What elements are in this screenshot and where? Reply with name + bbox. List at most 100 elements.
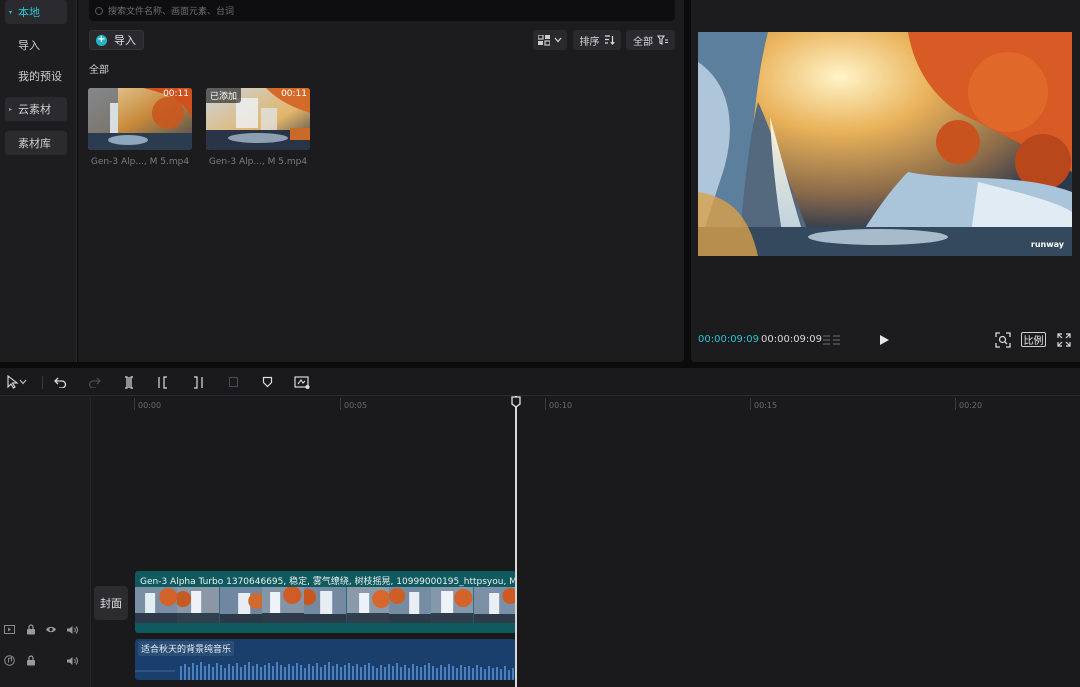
clip-frame-image: [135, 587, 178, 623]
nav-item-local[interactable]: ▾ 本地: [5, 0, 67, 24]
clip-frame-image: [177, 587, 220, 623]
nav-item-cloud[interactable]: ▸ 云素材: [5, 97, 67, 121]
volume-icon[interactable]: [66, 656, 78, 666]
chevron-down-icon: [19, 379, 27, 385]
caret-down-icon: ▾: [9, 8, 13, 16]
filter-label: 全部: [633, 36, 653, 48]
media-panel: 搜索文件名称、画面元素、台词 + 导入 排序 全部 全部 00:11 Gen-3…: [78, 0, 684, 362]
added-badge: 已添加: [206, 88, 242, 103]
auto-edit-button[interactable]: [293, 374, 311, 390]
filter-button[interactable]: 全部: [626, 30, 675, 50]
video-clip[interactable]: Gen-3 Alpha Turbo 1370646695, 稳定, 雾气缭绕, …: [135, 571, 516, 633]
nav-item-import[interactable]: 导入: [5, 33, 67, 57]
frame-grid-icon[interactable]: [822, 334, 842, 348]
caret-right-icon: ▸: [9, 105, 13, 113]
video-track-icon: [4, 625, 15, 634]
video-clip-title: Gen-3 Alpha Turbo 1370646695, 稳定, 雾气缭绕, …: [140, 577, 516, 587]
audio-waveform: [135, 662, 514, 680]
nav-item-label: 素材库: [18, 137, 51, 150]
section-title: 全部: [89, 65, 109, 76]
nav-item-label: 本地: [18, 6, 40, 19]
clip-frame-image: [304, 587, 347, 623]
ruler-tick: [340, 398, 341, 410]
media-item-thumbnail[interactable]: 00:11: [88, 88, 192, 150]
video-preview[interactable]: runway: [698, 32, 1072, 256]
media-item-name: Gen-3 Alp..., M 5.mp4: [208, 157, 308, 167]
undo-button[interactable]: [52, 374, 68, 390]
eye-icon[interactable]: [45, 625, 57, 634]
ruler-tick: [955, 398, 956, 410]
view-mode-button[interactable]: [533, 30, 567, 50]
filter-icon: [657, 35, 668, 45]
current-time: 00:00:09:09: [698, 334, 760, 345]
marker-button[interactable]: [259, 374, 275, 390]
undo-icon: [53, 377, 66, 388]
nav-item-label: 云素材: [18, 103, 51, 116]
plus-icon: +: [96, 33, 107, 46]
media-duration: 00:11: [281, 89, 307, 99]
nav-item-label: 我的预设: [18, 70, 62, 83]
lock-icon[interactable]: [26, 624, 36, 635]
fullscreen-icon[interactable]: [1057, 333, 1071, 347]
ruler-tick: [750, 398, 751, 410]
play-icon[interactable]: [879, 334, 890, 346]
clip-frames: [135, 587, 516, 623]
timeline-panel: 00:00 00:05 00:10 00:15 00:20 封面 Gen-3 A…: [0, 368, 1080, 687]
ruler-label: 00:05: [344, 401, 368, 410]
watermark-text: runway: [1030, 240, 1064, 249]
nav-item-my-presets[interactable]: 我的预设: [5, 64, 67, 88]
audio-clip[interactable]: 适合秋天的背景纯音乐: [135, 639, 516, 680]
import-label: 导入: [114, 34, 136, 47]
sort-button[interactable]: 排序: [573, 30, 621, 50]
cover-label: 封面: [100, 597, 122, 610]
toolbar-divider: [42, 376, 43, 389]
select-tool-button[interactable]: [2, 374, 32, 390]
shield-marker-icon: [262, 376, 272, 388]
clip-frame-image: [261, 587, 305, 623]
media-item-thumbnail[interactable]: 已添加 00:11: [206, 88, 310, 150]
clip-frame-image: [346, 587, 389, 623]
trim-left-icon: [158, 375, 167, 389]
sort-label: 排序: [579, 36, 600, 48]
nav-item-library[interactable]: 素材库: [5, 131, 67, 155]
playhead-line[interactable]: [515, 396, 517, 687]
time-ruler[interactable]: 00:00 00:05 00:10 00:15 00:20: [134, 396, 1080, 410]
search-icon: [95, 6, 103, 15]
trim-right-icon: [194, 375, 203, 389]
import-button[interactable]: + 导入: [89, 30, 144, 50]
trash-icon: [228, 376, 238, 388]
media-duration: 00:11: [163, 89, 189, 99]
clip-frame-image: [473, 587, 516, 623]
clip-frame-image: [431, 587, 474, 623]
ratio-button[interactable]: 比例: [1021, 332, 1046, 347]
ruler-tick: [545, 398, 546, 410]
chevron-down-icon: [554, 37, 562, 43]
ruler-label: 00:10: [549, 401, 573, 410]
media-source-nav: ▾ 本地 导入 我的预设 ▸ 云素材 素材库: [0, 0, 77, 362]
ruler-label: 00:20: [959, 401, 983, 410]
lock-icon[interactable]: [26, 655, 36, 666]
split-button[interactable]: [121, 374, 137, 390]
track-headers: [0, 396, 91, 687]
grid-view-icon: [538, 34, 550, 46]
volume-icon[interactable]: [66, 625, 78, 635]
split-icon: [125, 375, 133, 389]
playhead-handle[interactable]: [511, 396, 521, 408]
app-window: ▾ 本地 导入 我的预设 ▸ 云素材 素材库 搜索文件名称、画面元素、台词 + …: [0, 0, 1080, 687]
trim-left-button[interactable]: [155, 374, 171, 390]
ruler-label: 00:15: [754, 401, 778, 410]
magic-frame-icon: [294, 375, 310, 389]
focus-zoom-icon[interactable]: [995, 332, 1011, 348]
ruler-label: 00:00: [138, 401, 162, 410]
search-input[interactable]: 搜索文件名称、画面元素、台词: [89, 0, 675, 21]
trim-right-button[interactable]: [190, 374, 206, 390]
clip-frame-image: [388, 587, 432, 623]
player-panel: runway 00:00:09:09 00:00:09:09 比例: [691, 0, 1080, 362]
delete-button: [225, 374, 241, 390]
autumn-waterfall-preview-image: [698, 32, 1072, 256]
search-placeholder: 搜索文件名称、画面元素、台词: [108, 7, 235, 17]
cover-button[interactable]: 封面: [94, 586, 128, 620]
ruler-tick: [134, 398, 135, 410]
sort-icon: [604, 35, 615, 45]
nav-item-label: 导入: [18, 39, 40, 52]
